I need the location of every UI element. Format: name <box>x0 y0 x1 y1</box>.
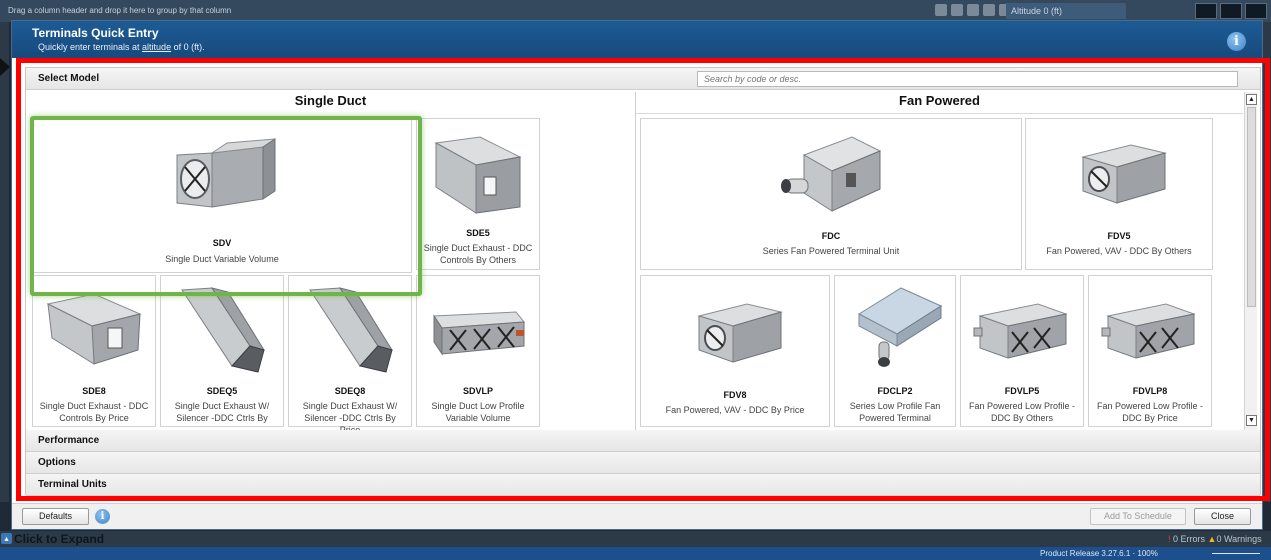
model-tile-sde5[interactable]: SDE5 Single Duct Exhaust - DDC Controls … <box>416 118 540 270</box>
selected-tile-highlight <box>30 116 422 296</box>
pointer-arrow-icon <box>0 58 10 76</box>
options-label: Options <box>38 457 76 468</box>
window-controls <box>1195 3 1267 19</box>
single-duct-exhaust-icon <box>417 135 539 215</box>
model-tile-fdv8[interactable]: FDV8 Fan Powered, VAV - DDC By Price <box>640 275 830 427</box>
select-model-label: Select Model <box>38 73 100 84</box>
background-tool-icons <box>935 4 1011 16</box>
dialog-subtitle: Quickly enter terminals at altitude of 0… <box>38 42 205 52</box>
altitude-indicator[interactable]: Altitude 0 (ft) <box>1006 3 1126 19</box>
expand-label: Click to Expand <box>14 532 105 546</box>
minimize-icon[interactable] <box>1195 3 1217 19</box>
fan-powered-vav-icon <box>1026 141 1212 211</box>
tile-code: FDV5 <box>1107 231 1131 241</box>
fan-powered-group-title: Fan Powered <box>899 93 980 108</box>
model-tile-sdvlp[interactable]: SDVLP Single Duct Low Profile Variable V… <box>416 275 540 427</box>
defaults-button[interactable]: Defaults <box>22 508 89 525</box>
tile-code: SDE5 <box>466 228 490 238</box>
group-by-hint: Drag a column header and drop it here to… <box>8 6 232 15</box>
model-tile-sdeq8[interactable]: SDEQ8 Single Duct Exhaust W/ Silencer -D… <box>288 275 412 435</box>
fan-low-profile-icon <box>1089 298 1211 368</box>
zoom-slider[interactable] <box>1212 553 1260 554</box>
close-button[interactable]: Close <box>1194 508 1251 525</box>
performance-label: Performance <box>38 435 100 446</box>
expand-bar[interactable]: ▴ Click to Expand ! 0 Errors ▲0 Warnings <box>0 531 1271 547</box>
tile-code: FDCLP2 <box>877 386 913 396</box>
performance-section-header[interactable]: Performance <box>26 430 1260 452</box>
tile-desc: Single Duct Exhaust - DDC Controls By Pr… <box>39 401 149 423</box>
select-model-panel: Select Model Single Duct Fan Powered SDV… <box>25 67 1261 496</box>
error-count: 0 Errors <box>1173 534 1206 544</box>
model-tile-fdvlp8[interactable]: FDVLP8 Fan Powered Low Profile - DDC By … <box>1088 275 1212 427</box>
expand-icon: ▴ <box>1 533 12 544</box>
tile-desc: Single Duct Low Profile Variable Volume <box>431 401 525 423</box>
tile-desc: Series Low Profile Fan Powered Terminal <box>849 401 941 423</box>
warning-count: 0 Warnings <box>1216 534 1262 544</box>
scroll-down-icon[interactable]: ▼ <box>1246 415 1257 426</box>
terminal-units-label: Terminal Units <box>38 479 107 490</box>
fan-powered-unit-icon <box>641 133 1021 218</box>
single-duct-group-title: Single Duct <box>294 93 367 108</box>
scroll-up-icon[interactable]: ▲ <box>1246 94 1257 105</box>
tile-code: FDV8 <box>723 390 747 400</box>
tile-desc: Series Fan Powered Terminal Unit <box>762 246 900 256</box>
search-input[interactable] <box>697 71 1238 87</box>
grid-icon[interactable] <box>935 4 947 16</box>
options-section-header[interactable]: Options <box>26 452 1260 474</box>
model-tile-fdvlp5[interactable]: FDVLP5 Fan Powered Low Profile - DDC By … <box>960 275 1084 427</box>
low-profile-fan-icon <box>835 284 955 374</box>
model-tile-fdclp2[interactable]: FDCLP2 Series Low Profile Fan Powered Te… <box>834 275 956 427</box>
sort-icon[interactable] <box>967 4 979 16</box>
add-to-schedule-button[interactable]: Add To Schedule <box>1090 508 1186 525</box>
single-duct-exhaust-icon <box>33 290 155 370</box>
tile-code: SDEQ5 <box>206 386 238 396</box>
background-left-edge <box>0 22 9 502</box>
tile-code: FDVLP5 <box>1004 386 1040 396</box>
subtitle-prefix: Quickly enter terminals at <box>38 42 143 52</box>
tile-desc: Fan Powered Low Profile - DDC By Price <box>1096 401 1204 423</box>
fan-powered-title-rule <box>636 113 1243 114</box>
model-scrollbar[interactable]: ▲ ▼ <box>1244 92 1257 430</box>
tile-code: FDVLP8 <box>1132 386 1168 396</box>
error-summary[interactable]: ! 0 Errors ▲0 Warnings <box>1168 534 1262 544</box>
tile-desc: Fan Powered Low Profile - DDC By Others <box>968 401 1076 423</box>
table-icon[interactable] <box>983 4 995 16</box>
model-tile-sde8[interactable]: SDE8 Single Duct Exhaust - DDC Controls … <box>32 275 156 427</box>
terminal-units-section-header[interactable]: Terminal Units <box>26 474 1260 496</box>
tile-code: FDC <box>821 231 841 241</box>
low-profile-duct-icon <box>417 302 539 362</box>
tile-code: SDVLP <box>462 386 493 396</box>
tile-code: SDEQ8 <box>334 386 366 396</box>
dialog-header: Terminals Quick Entry Quickly enter term… <box>12 21 1262 58</box>
tile-desc: Fan Powered, VAV - DDC By Others <box>1046 246 1192 256</box>
tile-desc: Single Duct Exhaust W/ Silencer -DDC Ctr… <box>174 401 270 423</box>
model-tile-fdv5[interactable]: FDV5 Fan Powered, VAV - DDC By Others <box>1025 118 1213 270</box>
status-text: Product Release 3.27.6.1 · 100% <box>1040 549 1158 558</box>
model-tile-sdeq5[interactable]: SDEQ5 Single Duct Exhaust W/ Silencer -D… <box>160 275 284 427</box>
single-duct-silencer-icon <box>289 286 411 376</box>
subtitle-suffix: of 0 (ft). <box>171 42 205 52</box>
model-tile-fdc[interactable]: FDC Series Fan Powered Terminal Unit <box>640 118 1022 270</box>
info-icon[interactable]: i <box>1227 32 1246 51</box>
fan-low-profile-icon <box>961 298 1083 368</box>
altitude-link[interactable]: altitude <box>142 42 171 52</box>
help-icon[interactable]: i <box>95 509 110 524</box>
select-model-section-header[interactable]: Select Model <box>26 68 1260 90</box>
dialog-footer: Defaults i Add To Schedule Close <box>12 503 1262 529</box>
single-duct-silencer-icon <box>161 286 283 376</box>
fan-powered-vav-icon <box>641 300 829 370</box>
tile-desc: Single Duct Exhaust - DDC Controls By Ot… <box>423 243 533 265</box>
scroll-thumb[interactable] <box>1247 107 1256 307</box>
restore-icon[interactable] <box>1220 3 1242 19</box>
list-icon[interactable] <box>951 4 963 16</box>
dialog-title: Terminals Quick Entry <box>32 26 159 40</box>
status-bar: Product Release 3.27.6.1 · 100% <box>0 547 1271 560</box>
tile-desc: Fan Powered, VAV - DDC By Price <box>665 405 805 415</box>
tile-code: SDE8 <box>82 386 106 396</box>
group-divider <box>635 92 636 432</box>
maximize-icon[interactable] <box>1245 3 1267 19</box>
background-toolbar: Drag a column header and drop it here to… <box>0 0 1271 22</box>
